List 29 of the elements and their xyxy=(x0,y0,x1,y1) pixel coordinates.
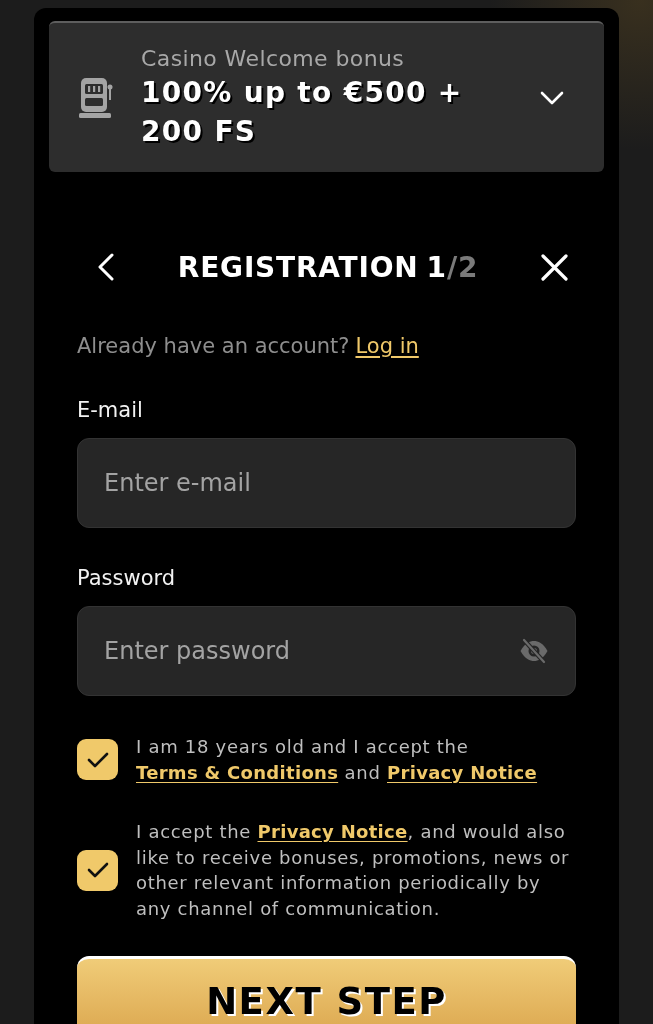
field-label: E-mail xyxy=(77,397,144,423)
chevron-icon[interactable] xyxy=(540,90,564,105)
checkbox[interactable] xyxy=(77,739,118,780)
check-icon xyxy=(86,751,109,768)
consent-text: I am 18 years old and I accept the Terms & Conditions and Privacy Notice xyxy=(136,735,539,785)
eye-off-icon[interactable] xyxy=(519,638,549,664)
bonus-offer: 100% up to €500 + 200 FS xyxy=(141,74,464,150)
check-icon xyxy=(86,862,109,878)
login-link[interactable]: Log in xyxy=(355,334,419,358)
step-number: 1 xyxy=(426,250,447,284)
bonus-category: Casino Welcome bonus xyxy=(141,44,405,73)
chevron-left-icon xyxy=(97,253,115,281)
back-button[interactable] xyxy=(97,253,115,281)
modal-title: REGISTRATION xyxy=(177,250,419,284)
field-label: Password xyxy=(77,565,177,591)
slot-machine-icon xyxy=(79,77,113,118)
login-prompt: Already have an account? Log in xyxy=(77,333,420,359)
text-link[interactable]: Privacy Notice xyxy=(257,821,408,842)
text-link[interactable]: Privacy Notice xyxy=(387,761,538,783)
email-field[interactable]: Enter e-mail xyxy=(77,438,576,528)
text-link[interactable]: Terms & Conditions xyxy=(136,761,339,783)
bonus-card[interactable]: Casino Welcome bonus 100% up to €500 + 200 FS xyxy=(49,21,604,172)
close-icon xyxy=(541,253,568,281)
next-step-button[interactable]: NEXT STEP xyxy=(77,956,576,1024)
consent-text: I accept the Privacy Notice, and would also like to receive bonuses, promotions, news or other relevant information periodically by any channel of communication. xyxy=(136,820,571,921)
step-total: /2 xyxy=(446,250,479,284)
password-field[interactable]: Enter password xyxy=(77,606,576,696)
checkbox[interactable] xyxy=(77,849,118,891)
close-button[interactable] xyxy=(541,253,568,281)
